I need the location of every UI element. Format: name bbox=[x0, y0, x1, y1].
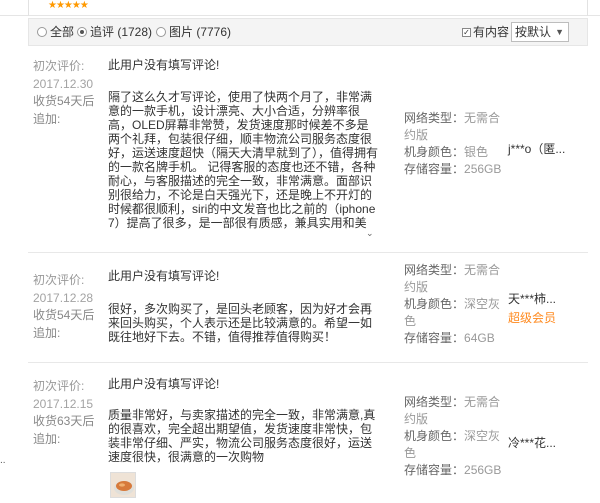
filter-all-label: 全部 bbox=[50, 25, 75, 39]
product-specs: 网络类型：无需合约版 机身颜色：深空灰色 存储容量：256GB bbox=[404, 394, 504, 479]
first-review-label: 初次评价: bbox=[33, 59, 85, 73]
first-review-label: 初次评价: bbox=[33, 273, 85, 287]
spec-network: 网络类型：无需合约版 bbox=[404, 263, 501, 294]
spec-network: 网络类型：无需合约版 bbox=[404, 111, 501, 142]
radio-icon bbox=[37, 27, 47, 37]
spec-storage: 存储容量：64GB bbox=[404, 331, 495, 345]
review-date: 2017.12.15 bbox=[33, 397, 94, 411]
chevron-down-icon[interactable]: ⌄ bbox=[366, 228, 374, 239]
filter-all-radio[interactable]: 全部 bbox=[37, 24, 74, 40]
has-content-label: 有内容 bbox=[473, 25, 510, 39]
additional-label: 追加: bbox=[33, 326, 61, 340]
divider bbox=[28, 0, 29, 16]
additional-label: 追加: bbox=[33, 432, 61, 446]
review-page: ★★★★★ 全部 追评 (1728) 图片 (7776) ✓ 有内容 按默认 ▼… bbox=[0, 0, 600, 503]
first-review-text: 此用户没有填写评论! bbox=[108, 377, 220, 391]
radio-checked-icon bbox=[77, 27, 87, 37]
additional-review-text: 很好，多次购买了，是回头老顾客，因为好才会再来回头购买，个人表示还是比较满意的。… bbox=[108, 302, 373, 344]
review-item: 初次评价: 此用户没有填写评论! 2017.12.28 收货54天后 追加: 很… bbox=[28, 258, 588, 358]
chevron-down-icon: ▼ bbox=[555, 27, 564, 37]
review-date: 2017.12.28 bbox=[33, 291, 94, 305]
days-after-receipt: 收货54天后 bbox=[33, 308, 95, 322]
filter-followup-label: 追评 (1728) bbox=[90, 25, 153, 39]
checkbox-checked-icon: ✓ bbox=[462, 27, 471, 37]
has-content-checkbox[interactable]: ✓ 有内容 bbox=[462, 24, 509, 40]
spec-color: 机身颜色：深空灰色 bbox=[404, 429, 501, 460]
food-bowl-icon bbox=[111, 473, 135, 497]
product-specs: 网络类型：无需合约版 机身颜色：深空灰色 存储容量：64GB bbox=[404, 262, 504, 347]
filter-photos-label: 图片 (7776) bbox=[169, 25, 232, 39]
sort-dropdown[interactable]: 按默认 ▼ bbox=[511, 22, 569, 42]
sort-selected-value: 按默认 bbox=[515, 25, 552, 39]
spec-storage: 存储容量：256GB bbox=[404, 463, 502, 477]
radio-icon bbox=[156, 27, 166, 37]
reviewer-name[interactable]: 天***柿... bbox=[508, 290, 556, 307]
first-review-text: 此用户没有填写评论! bbox=[108, 269, 220, 283]
filter-photos-radio[interactable]: 图片 (7776) bbox=[156, 24, 231, 40]
review-date: 2017.12.30 bbox=[33, 77, 94, 91]
spec-network: 网络类型：无需合约版 bbox=[404, 395, 501, 426]
divider bbox=[28, 362, 588, 363]
member-level-badge: 超级会员 bbox=[508, 311, 557, 325]
first-review-label: 初次评价: bbox=[33, 379, 85, 393]
spec-storage: 存储容量：256GB bbox=[404, 162, 502, 176]
side-marker: .. bbox=[0, 455, 6, 466]
days-after-receipt: 收货54天后 bbox=[33, 94, 95, 108]
additional-label: 追加: bbox=[33, 112, 61, 126]
first-review-text: 此用户没有填写评论! bbox=[108, 58, 220, 72]
review-photo-thumbnail[interactable] bbox=[110, 472, 136, 498]
spec-color: 机身颜色：银色 bbox=[404, 145, 489, 159]
review-item: 初次评价: 此用户没有填写评论! 2017.12.15 收货63天后 追加: 质… bbox=[28, 368, 588, 503]
divider bbox=[28, 252, 588, 253]
days-after-receipt: 收货63天后 bbox=[33, 414, 95, 428]
divider bbox=[587, 0, 588, 16]
star-rating: ★★★★★ bbox=[48, 0, 89, 11]
reviewer-name[interactable]: j***o（匿... bbox=[508, 140, 565, 157]
review-filter-bar: 全部 追评 (1728) 图片 (7776) ✓ 有内容 按默认 ▼ bbox=[28, 18, 588, 46]
product-specs: 网络类型：无需合约版 机身颜色：银色 存储容量：256GB bbox=[404, 110, 504, 178]
additional-review-text[interactable]: 隔了这么久才写评论，使用了快两个月了，非常满意的一款手机，设计漂亮、大小合适，分… bbox=[108, 90, 378, 230]
filter-followup-radio[interactable]: 追评 (1728) bbox=[77, 24, 152, 40]
spec-color: 机身颜色：深空灰色 bbox=[404, 297, 501, 328]
rating-strip: ★★★★★ bbox=[0, 0, 600, 16]
reviewer-name[interactable]: 冷***花... bbox=[508, 434, 556, 451]
additional-review-text: 质量非常好，与卖家描述的完全一致，非常满意,真的很喜欢，完全超出期望值，发货速度… bbox=[108, 408, 376, 464]
review-item: 初次评价: 此用户没有填写评论! 2017.12.30 收货54天后 追加: 隔… bbox=[28, 52, 588, 250]
